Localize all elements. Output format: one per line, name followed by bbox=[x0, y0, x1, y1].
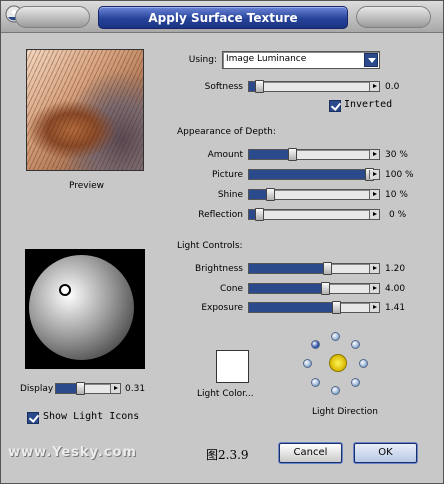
amount-slider[interactable] bbox=[248, 148, 380, 161]
brightness-fill bbox=[249, 264, 328, 273]
watermark: www.Yesky.com bbox=[8, 445, 137, 460]
softness-slider[interactable] bbox=[248, 80, 380, 93]
amount-label: Amount bbox=[207, 150, 243, 160]
preview-label: Preview bbox=[69, 181, 105, 191]
dialog-window: Apply Surface Texture Preview Using: Ima… bbox=[0, 0, 444, 484]
exposure-value: 1.41 bbox=[385, 303, 406, 313]
title-bar[interactable]: Apply Surface Texture bbox=[1, 1, 443, 33]
cone-thumb[interactable] bbox=[321, 282, 330, 295]
slider-right-arrow-icon[interactable] bbox=[369, 150, 379, 159]
light-color-swatch[interactable] bbox=[216, 350, 249, 383]
picture-slider[interactable] bbox=[248, 168, 380, 181]
amount-value: 30 % bbox=[385, 150, 408, 160]
cone-value: 4.00 bbox=[385, 284, 406, 294]
slider-right-arrow-icon[interactable] bbox=[369, 82, 379, 91]
shine-value: 10 % bbox=[385, 190, 408, 200]
picture-value: 100 % bbox=[385, 170, 414, 180]
slider-right-arrow-icon[interactable] bbox=[369, 303, 379, 312]
cancel-button[interactable]: Cancel bbox=[279, 443, 342, 463]
reflection-thumb[interactable] bbox=[255, 208, 264, 221]
light-bulb-icon[interactable] bbox=[311, 340, 320, 349]
light-bulb-icon[interactable] bbox=[311, 378, 320, 387]
reflection-slider[interactable] bbox=[248, 208, 380, 221]
show-light-icons-checkbox[interactable] bbox=[27, 412, 39, 424]
reflection-value: 0 % bbox=[389, 210, 407, 220]
using-value: Image Luminance bbox=[226, 54, 307, 64]
inverted-checkbox[interactable] bbox=[329, 100, 341, 112]
inverted-label: Inverted bbox=[344, 99, 393, 110]
display-thumb[interactable] bbox=[75, 382, 85, 395]
slider-right-arrow-icon[interactable] bbox=[369, 284, 379, 293]
brightness-slider[interactable] bbox=[248, 262, 380, 275]
title-ornament-right bbox=[356, 6, 431, 28]
amount-thumb[interactable] bbox=[288, 148, 297, 161]
shine-slider[interactable] bbox=[248, 188, 380, 201]
softness-thumb[interactable] bbox=[255, 80, 264, 93]
picture-label: Picture bbox=[212, 170, 243, 180]
light-bulb-icon[interactable] bbox=[359, 359, 368, 368]
cone-fill bbox=[249, 284, 325, 293]
amount-fill bbox=[249, 150, 292, 159]
cone-label: Cone bbox=[219, 284, 243, 294]
window-title: Apply Surface Texture bbox=[148, 11, 298, 25]
picture-fill bbox=[249, 170, 369, 179]
exposure-thumb[interactable] bbox=[332, 301, 341, 314]
light-bulb-icon[interactable] bbox=[303, 359, 312, 368]
depth-heading: Appearance of Depth: bbox=[177, 127, 276, 137]
reflection-label: Reflection bbox=[198, 210, 243, 220]
light-direction-label: Light Direction bbox=[312, 407, 378, 417]
light-position-handle[interactable] bbox=[59, 284, 71, 296]
title-ornament-left bbox=[15, 6, 90, 28]
brightness-label: Brightness bbox=[195, 264, 243, 274]
slider-right-arrow-icon[interactable] bbox=[369, 190, 379, 199]
softness-value: 0.0 bbox=[385, 82, 400, 92]
softness-label: Softness bbox=[204, 82, 243, 92]
figure-caption: 图2.3.9 bbox=[206, 448, 249, 462]
shine-thumb[interactable] bbox=[266, 188, 275, 201]
shine-label: Shine bbox=[217, 190, 243, 200]
ok-button[interactable]: OK bbox=[354, 443, 417, 463]
light-direction-picker[interactable] bbox=[303, 331, 371, 395]
sun-icon[interactable] bbox=[329, 354, 347, 372]
title-pill: Apply Surface Texture bbox=[98, 6, 348, 29]
light-bulb-icon[interactable] bbox=[331, 386, 340, 395]
using-label: Using: bbox=[188, 55, 217, 65]
using-dropdown[interactable]: Image Luminance bbox=[222, 51, 380, 69]
exposure-fill bbox=[249, 303, 336, 312]
slider-right-arrow-icon[interactable] bbox=[110, 384, 120, 393]
brightness-value: 1.20 bbox=[385, 264, 406, 274]
shaded-sphere bbox=[29, 255, 134, 360]
light-color-label[interactable]: Light Color... bbox=[197, 389, 254, 399]
light-sphere-preview[interactable] bbox=[25, 249, 145, 369]
exposure-slider[interactable] bbox=[248, 301, 380, 314]
slider-right-arrow-icon[interactable] bbox=[369, 170, 379, 179]
light-controls-heading: Light Controls: bbox=[177, 241, 243, 251]
show-light-icons-label: Show Light Icons bbox=[43, 411, 140, 422]
light-bulb-icon[interactable] bbox=[351, 340, 360, 349]
display-value: 0.31 bbox=[125, 384, 146, 394]
preview-image bbox=[26, 49, 144, 171]
exposure-label: Exposure bbox=[201, 303, 243, 313]
light-bulb-icon[interactable] bbox=[351, 378, 360, 387]
display-label: Display bbox=[20, 384, 54, 394]
slider-right-arrow-icon[interactable] bbox=[369, 264, 379, 273]
cone-slider[interactable] bbox=[248, 282, 380, 295]
light-bulb-icon[interactable] bbox=[331, 332, 340, 341]
slider-right-arrow-icon[interactable] bbox=[369, 210, 379, 219]
chevron-down-icon[interactable] bbox=[364, 53, 378, 67]
display-slider[interactable] bbox=[55, 382, 121, 395]
brightness-thumb[interactable] bbox=[323, 262, 333, 275]
